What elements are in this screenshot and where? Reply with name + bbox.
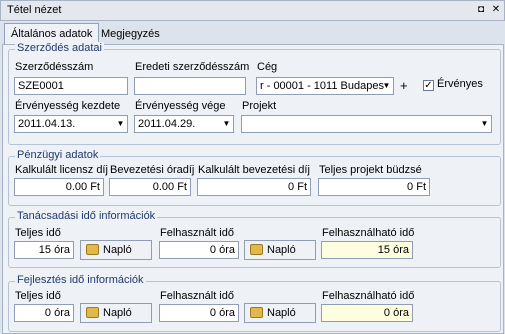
company-label: Cég: [257, 61, 278, 73]
development-group-title: Fejlesztés idő információk: [15, 274, 146, 286]
intro-fee-label: Kalkulált bevezetési díj: [198, 164, 310, 176]
consulting-available-label: Felhasználható idő: [322, 227, 415, 239]
project-select[interactable]: ▼: [241, 115, 492, 133]
consulting-group-title: Tanácsadási idő információk: [15, 210, 158, 222]
pin-icon[interactable]: ◘: [475, 4, 487, 16]
tab-notes[interactable]: Megjegyzés: [95, 24, 166, 44]
chevron-down-icon: ▼: [116, 119, 125, 128]
valid-label: Érvényes: [437, 78, 483, 90]
valid-from-date[interactable]: 2011.04.13. ▼: [14, 115, 128, 133]
intro-rate-field[interactable]: 0.00 Ft: [109, 178, 191, 196]
contract-no-label: Szerződésszám: [15, 61, 94, 73]
consulting-total-label: Teljes idő: [15, 227, 61, 239]
valid-from-value: 2011.04.13.: [18, 118, 76, 130]
development-used-label: Felhasznált idő: [160, 290, 234, 302]
consulting-log-label: Napló: [103, 244, 132, 256]
valid-to-label: Érvényesség vége: [135, 100, 226, 112]
close-icon[interactable]: ✕: [490, 4, 502, 16]
development-available-label: Felhasználható idő: [322, 290, 415, 302]
intro-fee-field[interactable]: 0 Ft: [197, 178, 311, 196]
consulting-used-field[interactable]: 0 óra: [159, 241, 239, 259]
contract-group-title: Szerződés adatai: [15, 42, 104, 54]
orig-contract-field[interactable]: [134, 77, 246, 95]
finance-group-title: Pénzügyi adatok: [15, 149, 101, 161]
window-titlebar: Tétel nézet ◘ ✕: [0, 0, 505, 21]
consulting-used-label: Felhasznált idő: [160, 227, 234, 239]
budget-field[interactable]: 0 Ft: [318, 178, 430, 196]
development-available-field: 0 óra: [321, 304, 413, 322]
contract-no-field[interactable]: SZE0001: [14, 77, 128, 95]
valid-from-label: Érvényesség kezdete: [15, 100, 121, 112]
company-select[interactable]: r - 00001 - 1011 Budapes ▼: [256, 77, 394, 95]
add-company-button[interactable]: +: [400, 78, 408, 93]
license-fee-field[interactable]: 0.00 Ft: [14, 178, 104, 196]
consulting-total-field[interactable]: 15 óra: [14, 241, 74, 259]
project-label: Projekt: [242, 100, 277, 112]
orig-contract-label: Eredeti szerződésszám: [135, 61, 250, 73]
development-log-button[interactable]: Napló: [80, 303, 152, 323]
notebook-icon: [250, 307, 263, 318]
development-total-label: Teljes idő: [15, 290, 61, 302]
intro-rate-label: Bevezetési óradíj: [110, 164, 195, 176]
valid-to-value: 2011.04.29.: [138, 118, 196, 130]
development-total-field[interactable]: 0 óra: [14, 304, 74, 322]
window-title: Tétel nézet: [7, 4, 62, 16]
chevron-down-icon: ▼: [480, 119, 489, 128]
company-select-value: r - 00001 - 1011 Budapes: [260, 80, 384, 92]
budget-label: Teljes projekt büdzsé: [319, 164, 422, 176]
consulting-used-log-label: Napló: [267, 244, 296, 256]
license-fee-label: Kalkulált licensz díj: [15, 164, 108, 176]
consulting-used-log-button[interactable]: Napló: [244, 240, 316, 260]
notebook-icon: [86, 244, 99, 255]
development-used-log-button[interactable]: Napló: [244, 303, 316, 323]
valid-checkbox[interactable]: ✓: [423, 80, 434, 91]
consulting-available-field: 15 óra: [321, 241, 413, 259]
chevron-down-icon: ▼: [222, 119, 231, 128]
development-log-label: Napló: [103, 307, 132, 319]
chevron-down-icon: ▼: [382, 81, 391, 90]
consulting-log-button[interactable]: Napló: [80, 240, 152, 260]
valid-to-date[interactable]: 2011.04.29. ▼: [134, 115, 234, 133]
notebook-icon: [86, 307, 99, 318]
development-used-log-label: Napló: [267, 307, 296, 319]
development-used-field[interactable]: 0 óra: [159, 304, 239, 322]
notebook-icon: [250, 244, 263, 255]
